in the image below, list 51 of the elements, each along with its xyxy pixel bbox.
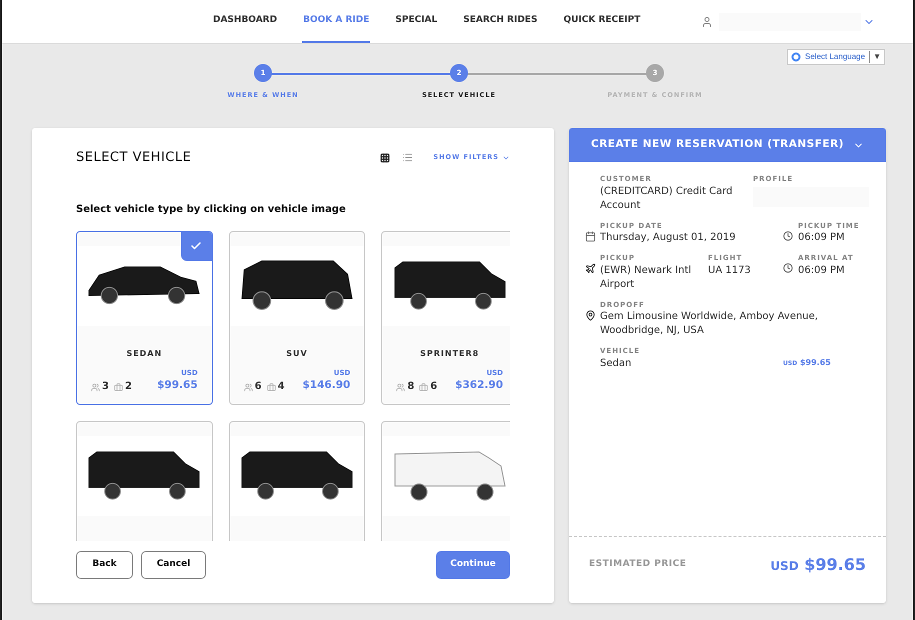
vehicle-name: SUV [286,348,308,360]
vehicle-name: SEDAN [126,348,162,360]
vehicle-price: $99.65 [157,378,198,393]
instruction-text: Select vehicle type by clicking on vehicle image [76,202,347,216]
passenger-count: 8 [407,380,414,394]
plane-icon [585,263,596,274]
passenger-count: 6 [254,380,262,394]
nav-tab[interactable]: DASHBOARD [212,0,278,43]
bag-count: 4 [278,380,285,394]
nav-tab[interactable]: BOOK A RIDE [302,0,370,43]
dropoff-value: Gem Limousine Worldwide, Amboy Avenue, Woodbridge, NJ, USA [600,310,819,338]
bag-count: 6 [430,380,438,394]
calendar-icon [585,230,596,242]
passengers-icon [396,382,406,392]
map-pin-icon [585,310,596,320]
nav-tab[interactable]: SEARCH RIDES [462,0,538,43]
reservation-header[interactable]: CREATE NEW RESERVATION (TRANSFER) [569,128,886,162]
back-button[interactable]: Back [76,551,133,579]
vehicle-price: $146.90 [302,378,350,393]
passenger-count: 3 [102,380,109,394]
vehicle-price: $362.90 [455,378,503,393]
language-label: Select Language [805,51,866,63]
cancel-button[interactable]: Cancel [141,551,206,579]
passengers-icon [244,382,253,392]
luggage-icon [266,382,276,392]
nav-tab[interactable]: QUICK RECEIPT [562,0,642,43]
arrival-value: 06:09 PM [798,264,846,278]
estimated-price: USD $99.65 [770,554,866,576]
customer-value: (CREDITCARD) Credit Card Account [600,184,734,212]
pickup-date-value: Thursday, August 01, 2019 [600,231,737,245]
vehicle-name: SPRINTER8 [420,348,480,360]
panel-title: SELECT VEHICLE [76,149,192,167]
nav-tab[interactable]: SPECIAL [394,0,438,43]
user-icon [701,16,713,28]
pickup-value: (EWR) Newark Intl Airport [600,264,692,292]
clock-icon [783,263,793,273]
language-select[interactable]: Select Language ▼ [787,49,885,65]
luggage-icon [114,382,123,392]
estimated-price-label: ESTIMATED PRICE [589,558,686,572]
continue-button[interactable]: Continue [436,551,510,579]
bag-count: 2 [124,380,132,394]
grid-view-icon[interactable] [380,152,390,163]
reservation-title: CREATE NEW RESERVATION (TRANSFER) [591,137,844,152]
check-icon [190,240,202,252]
pickup-time-value: 06:09 PM [798,231,846,245]
flight-value: UA 1173 [708,264,752,278]
luggage-icon [419,382,428,392]
list-view-icon[interactable] [402,152,414,164]
vehicle-value: Sedan [600,356,632,370]
passengers-icon [91,382,100,392]
clock-icon [783,230,793,240]
